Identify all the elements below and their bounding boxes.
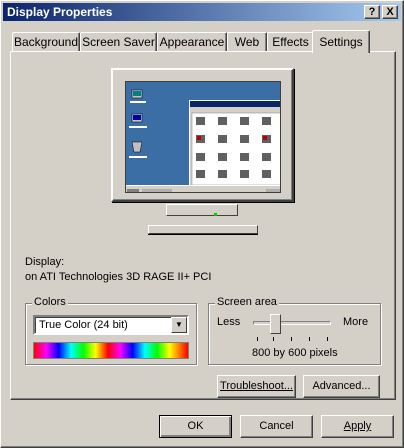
colors-group-label: Colors <box>32 296 68 308</box>
power-led <box>214 213 217 216</box>
resolution-slider-track[interactable] <box>253 321 331 325</box>
resolution-value: 800 by 600 pixels <box>252 347 338 359</box>
tab-background[interactable]: Background <box>12 32 80 52</box>
slider-less-label: Less <box>217 316 241 328</box>
title-bar[interactable]: Display Properties ? X <box>3 3 401 21</box>
chevron-down-icon[interactable]: ▼ <box>171 317 187 333</box>
slider-tick <box>257 337 258 341</box>
color-spectrum-preview <box>33 342 189 359</box>
monitor-neck <box>166 204 238 216</box>
resolution-slider-thumb[interactable] <box>269 314 281 334</box>
color-depth-value: True Color (24 bit) <box>39 319 128 331</box>
tab-web[interactable]: Web <box>227 32 267 52</box>
advanced-label: Advanced... <box>312 380 371 392</box>
tab-effects[interactable]: Effects <box>267 32 314 52</box>
slider-more-label: More <box>343 316 369 328</box>
mini-taskbar <box>126 185 280 192</box>
display-label: Display: <box>25 256 65 268</box>
apply-label: Apply <box>343 420 372 432</box>
desktop-preview-screen <box>125 81 281 193</box>
display-adapter-name: on ATI Technologies 3D RAGE II+ PCI <box>25 271 212 283</box>
tab-screen-saver[interactable]: Screen Saver <box>80 32 157 52</box>
troubleshoot-button[interactable]: Troubleshoot... <box>217 375 296 398</box>
help-button[interactable]: ? <box>364 5 380 19</box>
color-depth-select[interactable]: True Color (24 bit) ▼ <box>33 315 189 335</box>
troubleshoot-label: Troubleshoot... <box>220 380 293 392</box>
display-properties-window: Display Properties ? X Background Screen… <box>0 0 404 448</box>
slider-tick <box>291 337 292 341</box>
advanced-button[interactable]: Advanced... <box>303 375 380 398</box>
tab-appearance[interactable]: Appearance <box>157 32 227 52</box>
slider-tick <box>273 337 274 341</box>
ok-button[interactable]: OK <box>159 415 232 438</box>
tab-settings[interactable]: Settings <box>312 30 370 53</box>
window-title: Display Properties <box>7 5 113 19</box>
close-button[interactable]: X <box>382 5 398 19</box>
mini-explorer-window <box>189 100 280 186</box>
screen-area-group-label: Screen area <box>215 296 279 308</box>
monitor-stand <box>148 225 258 234</box>
slider-tick <box>327 337 328 341</box>
cancel-button[interactable]: Cancel <box>240 415 313 438</box>
apply-button[interactable]: Apply <box>321 415 394 438</box>
slider-tick <box>309 337 310 341</box>
